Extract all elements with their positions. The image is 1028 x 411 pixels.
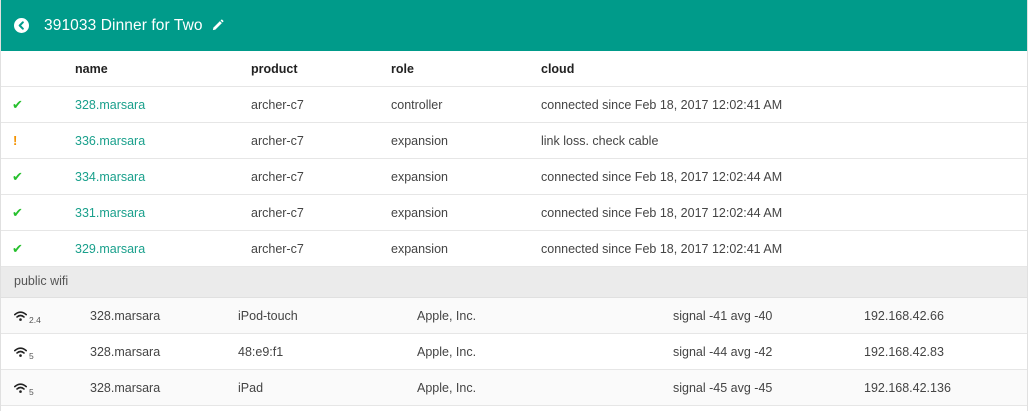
product-cell: archer-c7 [251, 134, 304, 148]
product-cell: archer-c7 [251, 242, 304, 256]
client-vendor-cell: Apple, Inc. [417, 381, 477, 395]
client-node-cell: 328.marsara [90, 309, 161, 323]
wifi-band-label: 5 [29, 386, 34, 397]
wifi-band-label: 2.4 [29, 314, 41, 325]
product-cell: archer-c7 [251, 98, 304, 112]
wifi-signal-indicator: 5 [14, 370, 34, 406]
product-cell: archer-c7 [251, 170, 304, 184]
cloud-status-cell: connected since Feb 18, 2017 12:02:44 AM [541, 170, 783, 184]
client-signal-cell: signal -44 avg -42 [673, 345, 773, 359]
node-name-link[interactable]: 334.marsara [75, 159, 145, 195]
product-cell: archer-c7 [251, 206, 304, 220]
table-row[interactable]: ✔ 331.marsara archer-c7 expansion connected … [1, 195, 1027, 231]
cloud-status-cell: connected since Feb 18, 2017 12:02:44 AM [541, 206, 783, 220]
cloud-status-cell: connected since Feb 18, 2017 12:02:41 AM [541, 98, 783, 112]
check-icon: ✔ [12, 169, 23, 184]
check-icon: ✔ [12, 241, 23, 256]
client-ip-cell: 192.168.42.83 [864, 345, 944, 359]
wifi-icon [14, 311, 27, 321]
node-name-link[interactable]: 331.marsara [75, 195, 145, 231]
wifi-band-label: 5 [29, 350, 34, 361]
table-row[interactable]: ✔ 334.marsara archer-c7 expansion connected … [1, 159, 1027, 195]
client-node-cell: 328.marsara [90, 381, 161, 395]
column-header-product[interactable]: product [251, 51, 298, 87]
check-icon: ✔ [12, 205, 23, 220]
client-device-cell: 48:e9:f1 [238, 345, 284, 359]
column-header-name[interactable]: name [75, 51, 108, 87]
pencil-icon[interactable] [211, 19, 224, 32]
client-signal-cell: signal -45 avg -45 [673, 381, 773, 395]
client-device-cell: iPod-touch [238, 309, 298, 323]
node-name-link[interactable]: 336.marsara [75, 123, 145, 159]
back-icon[interactable] [14, 18, 29, 33]
table-row[interactable]: ✔ 328.marsara archer-c7 controller connected… [1, 87, 1027, 123]
wifi-client-row[interactable]: 2.4 328.marsara iPod-touch Apple, Inc. signa… [1, 298, 1027, 334]
wifi-client-row[interactable]: 5 328.marsara iPad Apple, Inc. signal -45 av… [1, 370, 1027, 406]
cloud-status-cell: connected since Feb 18, 2017 12:02:41 AM [541, 242, 783, 256]
role-cell: expansion [391, 170, 448, 184]
column-header-cloud[interactable]: cloud [541, 51, 574, 87]
warning-icon: ! [13, 133, 18, 148]
role-cell: expansion [391, 206, 448, 220]
table-row[interactable]: ✔ 329.marsara archer-c7 expansion connected … [1, 231, 1027, 267]
table-row[interactable]: ! 336.marsara archer-c7 expansion link loss.… [1, 123, 1027, 159]
wifi-signal-indicator: 2.4 [14, 298, 41, 334]
client-vendor-cell: Apple, Inc. [417, 345, 477, 359]
role-cell: expansion [391, 134, 448, 148]
app-frame: 391033 Dinner for Two name product role … [0, 0, 1028, 411]
page-title: 391033 Dinner for Two [44, 16, 203, 34]
column-header-role[interactable]: role [391, 51, 414, 87]
client-signal-cell: signal -41 avg -40 [673, 309, 773, 323]
role-cell: controller [391, 98, 443, 112]
role-cell: expansion [391, 242, 448, 256]
wifi-icon [14, 347, 27, 357]
node-name-link[interactable]: 329.marsara [75, 231, 145, 267]
check-icon: ✔ [12, 97, 23, 112]
page-header: 391033 Dinner for Two [1, 0, 1027, 51]
cloud-status-cell: link loss. check cable [541, 134, 659, 148]
node-name-link[interactable]: 328.marsara [75, 87, 145, 123]
client-vendor-cell: Apple, Inc. [417, 309, 477, 323]
wifi-client-row[interactable]: 5 328.marsara 48:e9:f1 Apple, Inc. signal -4… [1, 334, 1027, 370]
wifi-signal-indicator: 5 [14, 334, 34, 370]
client-node-cell: 328.marsara [90, 345, 161, 359]
client-ip-cell: 192.168.42.66 [864, 309, 944, 323]
wifi-icon [14, 383, 27, 393]
table-header-row: name product role cloud [1, 51, 1027, 87]
client-ip-cell: 192.168.42.136 [864, 381, 951, 395]
client-device-cell: iPad [238, 381, 264, 395]
public-wifi-section-header: public wifi [1, 267, 1027, 298]
